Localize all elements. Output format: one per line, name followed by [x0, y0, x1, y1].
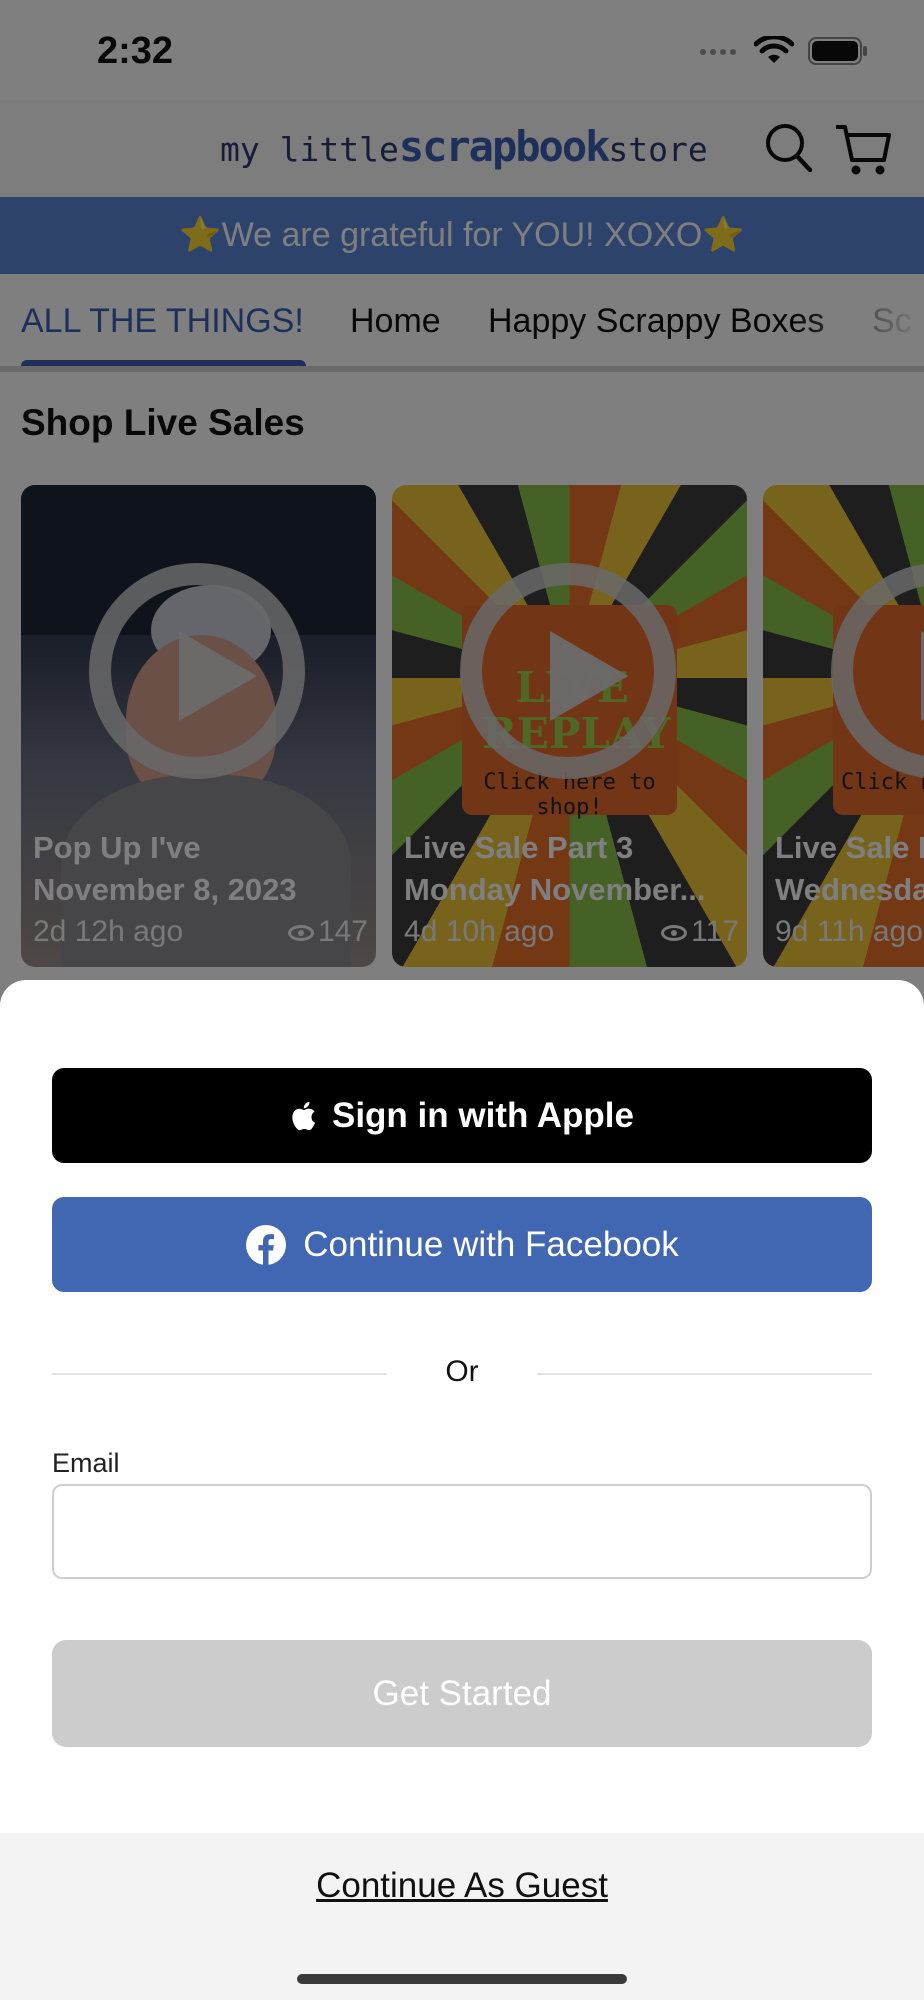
modal-backdrop[interactable] — [0, 0, 924, 1000]
sign-in-with-apple-button[interactable]: Sign in with Apple — [52, 1068, 872, 1163]
get-started-label: Get Started — [372, 1673, 552, 1713]
get-started-button[interactable]: Get Started — [52, 1640, 872, 1747]
app-background: 2:32 my littlescrapbookstore — [0, 0, 924, 1000]
continue-as-guest-link[interactable]: Continue As Guest — [0, 1866, 924, 1906]
email-field[interactable] — [52, 1484, 872, 1579]
email-label: Email — [52, 1448, 120, 1478]
apple-button-label: Sign in with Apple — [331, 1095, 634, 1135]
facebook-button-label: Continue with Facebook — [303, 1224, 679, 1264]
sign-in-sheet: Sign in with Apple Continue with Faceboo… — [0, 980, 924, 2000]
or-separator: Or — [445, 1355, 479, 1388]
divider-right — [537, 1373, 872, 1375]
home-indicator[interactable] — [297, 1974, 627, 1984]
guest-bar: Continue As Guest — [0, 1833, 924, 2000]
facebook-icon — [245, 1224, 287, 1266]
continue-with-facebook-button[interactable]: Continue with Facebook — [52, 1197, 872, 1292]
apple-icon — [290, 1100, 316, 1132]
